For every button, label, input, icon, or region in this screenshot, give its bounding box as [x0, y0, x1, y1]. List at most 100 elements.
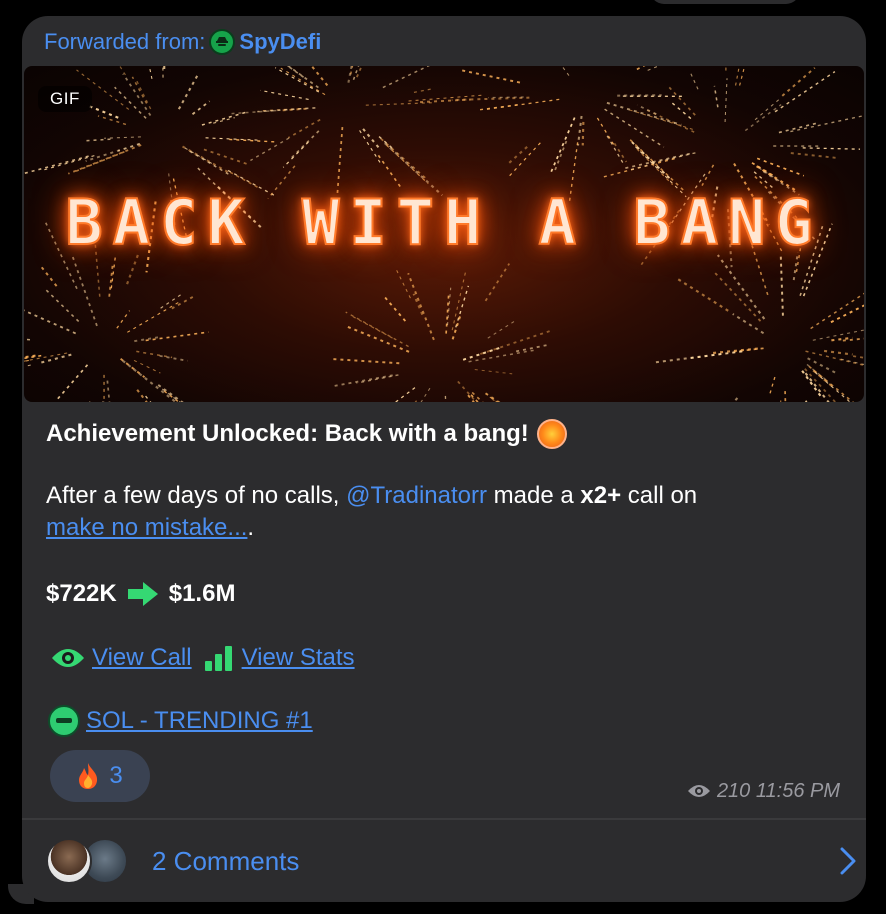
trending-link[interactable]: SOL - TRENDING #1 [86, 707, 313, 735]
spark [461, 69, 521, 84]
view-call-link[interactable]: View Call [92, 644, 192, 672]
spark [451, 271, 467, 331]
spark [779, 252, 784, 316]
spy-icon [216, 37, 229, 46]
spark [484, 263, 511, 302]
spark [768, 376, 776, 397]
spark [205, 137, 261, 141]
spark [810, 292, 864, 330]
spark [823, 349, 853, 356]
spark [606, 135, 625, 165]
view-stats-link[interactable]: View Stats [242, 644, 355, 672]
comments-label: 2 Comments [152, 845, 300, 876]
chevron-right-icon [840, 847, 856, 875]
spark [654, 352, 722, 364]
reaction-count: 3 [109, 762, 123, 789]
spark [24, 309, 77, 335]
spark [110, 257, 116, 289]
spark [780, 400, 782, 402]
spark [157, 384, 184, 402]
spark [122, 73, 152, 116]
price-to: $1.6M [168, 580, 236, 607]
spark [491, 398, 498, 402]
bar-chart-icon [204, 646, 232, 671]
body-text-after: call on [621, 482, 698, 509]
spark [331, 358, 400, 365]
spark [485, 392, 501, 402]
spark [606, 101, 682, 126]
channel-avatar[interactable] [209, 29, 236, 55]
spark [413, 87, 434, 93]
minus-icon [56, 718, 72, 723]
spark [250, 137, 290, 162]
spark [24, 354, 36, 359]
spark [451, 96, 530, 102]
spark [41, 155, 95, 172]
forwarded-channel-name[interactable]: SpyDefi [239, 29, 321, 55]
spark [455, 285, 470, 328]
price-from: $722K [46, 580, 117, 607]
spark [332, 374, 393, 388]
spark [487, 319, 518, 339]
spark [445, 292, 450, 334]
spark [549, 117, 576, 175]
spark [451, 313, 462, 340]
spark [725, 66, 727, 71]
spark [365, 102, 435, 106]
spark [468, 348, 538, 363]
spark [135, 80, 152, 110]
spark [674, 276, 729, 312]
forwarded-header[interactable]: Forwarded from: SpyDefi [44, 28, 321, 56]
spark [24, 155, 89, 175]
spark [160, 294, 181, 309]
spark [419, 98, 471, 104]
body-text-before: After a few days of no calls, [46, 482, 347, 509]
spark [444, 395, 447, 402]
spark [356, 66, 363, 78]
spark [581, 121, 585, 146]
gif-media[interactable]: BACK WITH A BANG GIF [24, 66, 864, 402]
collision-icon [536, 419, 567, 449]
spark [714, 272, 762, 322]
trending-row: SOL - TRENDING #1 [46, 705, 846, 737]
spark [97, 115, 127, 126]
spark [778, 122, 818, 134]
fire-reaction-button[interactable]: 3 [50, 750, 150, 802]
spark [477, 104, 518, 111]
spark [754, 96, 783, 121]
spark [148, 66, 153, 80]
spark [382, 66, 430, 89]
headline-text: Achievement Unlocked: Back with a bang! [46, 420, 529, 447]
spark [106, 380, 111, 402]
spark [260, 89, 309, 100]
spark [191, 100, 211, 115]
spark [57, 364, 89, 400]
previous-message-edge [650, 0, 800, 4]
spark [349, 66, 354, 75]
spark [104, 136, 141, 139]
token-link[interactable]: make no mistake... [46, 514, 247, 541]
message-body-line1: After a few days of no calls, @Tradinato… [46, 482, 846, 510]
spark [177, 73, 200, 110]
call-links-row: View Call View Stats [46, 642, 846, 674]
spark [756, 157, 805, 177]
spark [189, 150, 233, 177]
spark [231, 109, 277, 115]
message-time: 11:56 PM [755, 779, 840, 802]
mention-link[interactable]: @Tradinatorr [346, 482, 487, 509]
spark [145, 331, 209, 342]
comments-divider [22, 818, 866, 820]
spark [636, 104, 657, 115]
spark [162, 66, 164, 78]
spark [613, 142, 628, 163]
gif-badge: GIF [38, 86, 92, 112]
views-eye-icon [687, 785, 710, 797]
spark [790, 152, 837, 159]
spark [744, 103, 782, 132]
spark [576, 115, 583, 146]
spark [713, 85, 719, 108]
comments-button[interactable]: 2 Comments [46, 836, 856, 886]
spark [229, 138, 277, 143]
spark [287, 118, 321, 139]
forwarded-prefix: Forwarded from: [44, 29, 206, 54]
